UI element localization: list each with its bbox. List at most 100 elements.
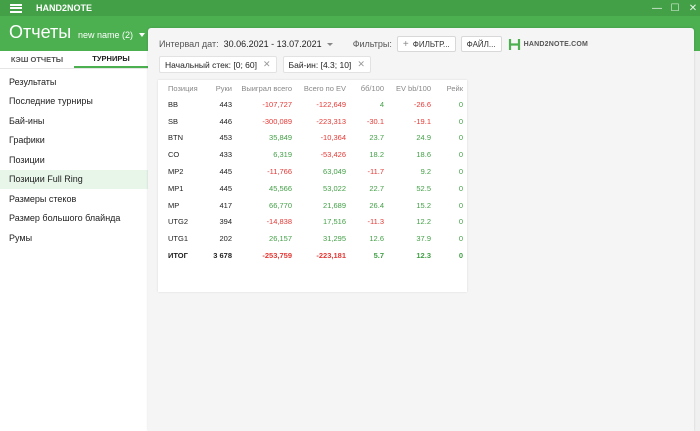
close-icon[interactable]: ✕	[688, 3, 698, 14]
table-cell-bb100: 4	[379, 99, 384, 109]
table-cell-ev: -223,313	[316, 116, 346, 126]
table-cell-ev: 53,022	[323, 183, 346, 193]
table-cell-won: -11,766	[267, 167, 292, 177]
filter-chip-label: Начальный стек: [0; 60]	[165, 59, 257, 70]
table-cell-ev: 17,516	[323, 217, 346, 227]
sidebar: КЭШ ОТЧЕТЫ ТУРНИРЫ Результаты Последние …	[0, 51, 148, 431]
interval-label: Интервал дат:	[159, 39, 219, 49]
table-cell-ev: 21,689	[323, 200, 346, 210]
table-row[interactable]: SB 446 -300,089 -223,313 -30.1 -19.1 0	[158, 113, 467, 130]
sidebar-item-results[interactable]: Результаты	[0, 72, 148, 92]
report-selector[interactable]: new name (2)	[78, 30, 146, 40]
filter-chip-label: Бай-ин: [4.3; 10]	[288, 59, 352, 70]
table-cell-hands: 3 678	[213, 251, 232, 261]
table-cell-ev: 31,295	[323, 234, 346, 244]
table-header-row: Позиция Руки Выиграл всего Всего по EV б…	[158, 80, 467, 96]
filter-chip: Бай-ин: [4.3; 10] ✕	[282, 56, 371, 73]
table-row[interactable]: UTG1 202 26,157 31,295 12.6 37.9 0	[158, 230, 467, 247]
file-button-label: ФАЙЛ...	[466, 39, 496, 49]
table-cell-won: -14,838	[266, 217, 292, 227]
filter-button[interactable]: + ФИЛЬТР...	[396, 36, 456, 52]
table-cell-evbb: 12.2	[416, 217, 431, 227]
table-cell-rake: 0	[458, 133, 463, 143]
window-controls: — ☐ ✕	[652, 0, 698, 16]
table-cell-position: SB	[168, 116, 179, 126]
column-header-bb100[interactable]: бб/100	[350, 80, 388, 96]
table-cell-rake: 0	[458, 183, 463, 193]
column-header-won[interactable]: Выиграл всего	[236, 80, 296, 96]
plus-icon: +	[402, 38, 409, 50]
sidebar-item-rooms[interactable]: Румы	[0, 228, 148, 248]
table-cell-position: CO	[168, 150, 180, 160]
table-total-row[interactable]: ИТОГ 3 678 -253,759 -223,181 5.7 12.3 0	[158, 247, 467, 264]
table-row[interactable]: CO 433 6,319 -53,426 18.2 18.6 0	[158, 146, 467, 163]
table-cell-bb100: 18.2	[369, 150, 384, 160]
column-header-evbb100[interactable]: EV bb/100	[388, 80, 435, 96]
main-panel: Интервал дат: 30.06.2021 - 13.07.2021 Фи…	[148, 28, 694, 431]
column-header-rake[interactable]: Рейк	[435, 80, 467, 96]
chevron-down-icon[interactable]	[326, 42, 333, 46]
positions-table: Позиция Руки Выиграл всего Всего по EV б…	[158, 80, 467, 264]
sidebar-item-graphs[interactable]: Графики	[0, 131, 148, 151]
table-cell-won: -300,089	[262, 116, 292, 126]
table-cell-position: BTN	[168, 133, 183, 143]
table-cell-rake: 0	[458, 167, 463, 177]
table-row[interactable]: MP1 445 45,566 53,022 22.7 52.5 0	[158, 180, 467, 197]
table-cell-hands: 202	[219, 234, 232, 244]
table-cell-ev: -53,426	[320, 150, 346, 160]
app-title: HAND2NOTE	[36, 3, 93, 13]
date-range-picker[interactable]: 30.06.2021 - 13.07.2021	[224, 39, 322, 49]
sidebar-item-stack-sizes[interactable]: Размеры стеков	[0, 189, 148, 209]
chevron-down-icon	[139, 33, 146, 37]
table-cell-hands: 446	[219, 116, 232, 126]
table-cell-evbb: -26.6	[413, 99, 431, 109]
sidebar-item-positions-full-ring[interactable]: Позиции Full Ring	[0, 169, 148, 189]
table-cell-rake: 0	[458, 116, 463, 126]
table-cell-evbb: -19.1	[413, 116, 431, 126]
filter-chip: Начальный стек: [0; 60] ✕	[159, 56, 277, 73]
sidebar-item-big-blind-size[interactable]: Размер большого блайнда	[0, 209, 148, 229]
table-cell-bb100: 12.6	[369, 234, 384, 244]
table-row[interactable]: MP 417 66,770 21,689 26.4 15.2 0	[158, 197, 467, 214]
maximize-icon[interactable]: ☐	[670, 3, 680, 14]
minimize-icon[interactable]: —	[652, 3, 662, 14]
table-row[interactable]: MP2 445 -11,766 63,049 -11.7 9.2 0	[158, 163, 467, 180]
table-cell-won: -253,759	[262, 251, 292, 261]
sidebar-item-buyins[interactable]: Бай-ины	[0, 111, 148, 131]
table-row[interactable]: UTG2 394 -14,838 17,516 -11.3 12.2 0	[158, 214, 467, 231]
tab-cash-reports[interactable]: КЭШ ОТЧЕТЫ	[0, 51, 74, 68]
column-header-position[interactable]: Позиция	[158, 80, 202, 96]
table-cell-position: MP	[168, 200, 180, 210]
sidebar-item-positions[interactable]: Позиции	[0, 150, 148, 170]
report-name: new name (2)	[78, 30, 134, 40]
file-button[interactable]: ФАЙЛ...	[460, 36, 502, 52]
table-cell-rake: 0	[458, 251, 463, 261]
table-cell-ev: 63,049	[323, 167, 346, 177]
logo: HAND2NOTE.COM	[508, 38, 588, 51]
table-cell-bb100: -11.3	[367, 217, 384, 227]
table-row[interactable]: BB 443 -107,727 -122,649 4 -26.6 0	[158, 96, 467, 113]
table-cell-won: -107,727	[262, 99, 292, 109]
hand2note-logo-icon	[508, 38, 520, 50]
table-cell-evbb: 18.6	[416, 150, 431, 160]
menu-icon[interactable]	[10, 3, 22, 13]
table-cell-position: UTG2	[168, 217, 189, 227]
table-cell-ev: -223,181	[316, 251, 346, 261]
toolbar: Интервал дат: 30.06.2021 - 13.07.2021 Фи…	[159, 36, 588, 52]
table-row[interactable]: BTN 453 35,849 -10,364 23.7 24.9 0	[158, 130, 467, 147]
column-header-ev[interactable]: Всего по EV	[296, 80, 350, 96]
table-cell-ev: -10,364	[320, 133, 346, 143]
table-cell-rake: 0	[458, 200, 463, 210]
filter-button-label: ФИЛЬТР...	[412, 39, 450, 49]
filters-label: Фильтры:	[352, 39, 392, 49]
table-cell-position: ИТОГ	[168, 251, 188, 261]
tab-tournaments[interactable]: ТУРНИРЫ	[74, 51, 148, 68]
table-cell-position: UTG1	[168, 234, 189, 244]
positions-table-card: Позиция Руки Выиграл всего Всего по EV б…	[158, 80, 467, 292]
close-icon[interactable]: ✕	[263, 59, 271, 70]
close-icon[interactable]: ✕	[357, 59, 365, 70]
table-cell-bb100: 26.4	[369, 200, 384, 210]
column-header-hands[interactable]: Руки	[202, 80, 236, 96]
sidebar-item-recent-tournaments[interactable]: Последние турниры	[0, 92, 148, 112]
table-cell-won: 45,566	[269, 183, 292, 193]
